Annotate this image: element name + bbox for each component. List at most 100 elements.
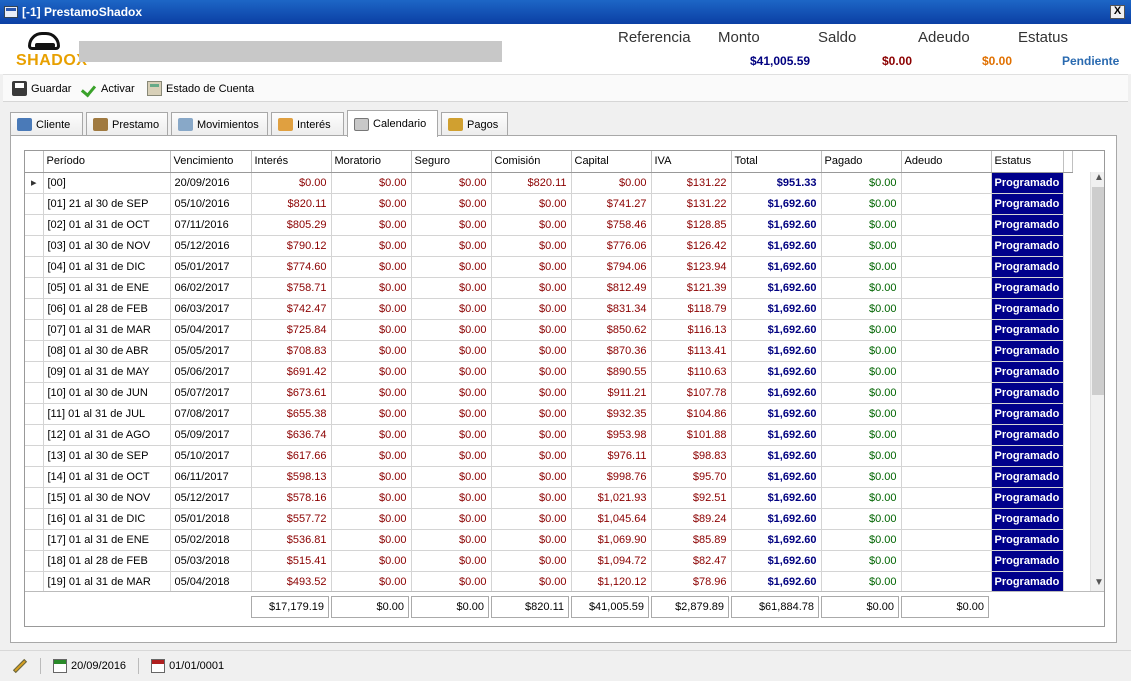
table-cell[interactable]: $1,692.60 <box>731 235 822 257</box>
table-cell[interactable]: $0.00 <box>491 193 572 215</box>
table-cell[interactable]: $89.24 <box>651 508 732 530</box>
table-cell[interactable]: $536.81 <box>251 529 332 551</box>
table-cell[interactable]: $121.39 <box>651 277 732 299</box>
table-cell[interactable]: $116.13 <box>651 319 732 341</box>
table-cell[interactable]: 05/10/2016 <box>170 193 252 215</box>
table-cell[interactable]: $493.52 <box>251 571 332 593</box>
table-cell[interactable]: $118.79 <box>651 298 732 320</box>
table-cell[interactable]: 06/03/2017 <box>170 298 252 320</box>
table-cell[interactable]: $0.00 <box>821 340 902 362</box>
row-selector[interactable] <box>25 571 44 593</box>
table-cell[interactable]: $1,094.72 <box>571 550 652 572</box>
table-cell[interactable] <box>901 277 992 299</box>
row-selector[interactable] <box>25 277 44 299</box>
table-cell[interactable]: $107.78 <box>651 382 732 404</box>
table-cell[interactable]: $0.00 <box>331 340 412 362</box>
edit-status[interactable] <box>12 658 28 674</box>
row-selector[interactable] <box>25 382 44 404</box>
table-cell[interactable] <box>901 361 992 383</box>
table-cell[interactable]: $0.00 <box>331 403 412 425</box>
table-cell[interactable]: $1,069.90 <box>571 529 652 551</box>
table-cell[interactable]: $0.00 <box>411 298 492 320</box>
status-cell[interactable]: Programado <box>991 529 1065 551</box>
table-cell[interactable]: $820.11 <box>251 193 332 215</box>
table-cell[interactable]: $1,692.60 <box>731 487 822 509</box>
table-cell[interactable]: $831.34 <box>571 298 652 320</box>
table-cell[interactable]: $742.47 <box>251 298 332 320</box>
tab-calendario[interactable]: Calendario <box>347 110 438 137</box>
table-cell[interactable]: $0.00 <box>331 445 412 467</box>
table-row[interactable]: [08] 01 al 30 de ABR 05/05/2017 $708.83 $0.… <box>25 340 1072 362</box>
table-cell[interactable]: 05/10/2017 <box>170 445 252 467</box>
table-cell[interactable]: $78.96 <box>651 571 732 593</box>
table-cell[interactable]: $0.00 <box>331 466 412 488</box>
row-selector[interactable] <box>25 319 44 341</box>
table-cell[interactable]: $0.00 <box>491 403 572 425</box>
status-cell[interactable]: Programado <box>991 214 1065 236</box>
table-cell[interactable]: [03] 01 al 30 de NOV <box>43 235 171 257</box>
table-cell[interactable]: 05/05/2017 <box>170 340 252 362</box>
column-header[interactable]: Seguro <box>411 151 492 173</box>
table-cell[interactable]: [06] 01 al 28 de FEB <box>43 298 171 320</box>
status-cell[interactable]: Programado <box>991 193 1065 215</box>
status-cell[interactable]: Programado <box>991 319 1065 341</box>
table-cell[interactable]: $0.00 <box>331 382 412 404</box>
table-cell[interactable]: $598.13 <box>251 466 332 488</box>
status-cell[interactable]: Programado <box>991 445 1065 467</box>
table-row[interactable]: [15] 01 al 30 de NOV 05/12/2017 $578.16 $0.… <box>25 487 1072 509</box>
row-selector[interactable] <box>25 193 44 215</box>
table-cell[interactable]: $0.00 <box>821 529 902 551</box>
table-row[interactable]: ▸ [00] 20/09/2016 $0.00 $0.00 $0.00 $820.11 $0.… <box>25 172 1072 194</box>
table-cell[interactable] <box>901 550 992 572</box>
table-cell[interactable]: $0.00 <box>821 193 902 215</box>
table-row[interactable]: [09] 01 al 31 de MAY 05/06/2017 $691.42 $0.… <box>25 361 1072 383</box>
status-cell[interactable]: Programado <box>991 382 1065 404</box>
column-header[interactable]: Comisión <box>491 151 572 173</box>
table-cell[interactable]: $0.00 <box>491 382 572 404</box>
table-row[interactable]: [02] 01 al 31 de OCT 07/11/2016 $805.29 $0.… <box>25 214 1072 236</box>
table-cell[interactable]: $0.00 <box>821 361 902 383</box>
table-cell[interactable] <box>901 466 992 488</box>
row-selector[interactable] <box>25 529 44 551</box>
table-cell[interactable]: $0.00 <box>411 256 492 278</box>
table-cell[interactable]: $0.00 <box>331 193 412 215</box>
row-selector[interactable] <box>25 466 44 488</box>
scroll-thumb[interactable] <box>1092 187 1104 395</box>
table-cell[interactable]: $932.35 <box>571 403 652 425</box>
table-cell[interactable]: $951.33 <box>731 172 822 194</box>
table-cell[interactable]: $1,692.60 <box>731 466 822 488</box>
table-cell[interactable]: $0.00 <box>821 466 902 488</box>
table-cell[interactable]: $0.00 <box>331 172 412 194</box>
table-row[interactable]: [06] 01 al 28 de FEB 06/03/2017 $742.47 $0.… <box>25 298 1072 320</box>
table-cell[interactable]: $805.29 <box>251 214 332 236</box>
table-cell[interactable] <box>901 172 992 194</box>
scroll-up-icon[interactable]: ▲ <box>1091 172 1104 186</box>
table-row[interactable]: [17] 01 al 31 de ENE 05/02/2018 $536.81 $0.… <box>25 529 1072 551</box>
table-cell[interactable]: $0.00 <box>821 214 902 236</box>
table-cell[interactable]: 06/02/2017 <box>170 277 252 299</box>
table-cell[interactable]: $617.66 <box>251 445 332 467</box>
table-cell[interactable]: $515.41 <box>251 550 332 572</box>
table-cell[interactable]: $850.62 <box>571 319 652 341</box>
row-selector[interactable] <box>25 298 44 320</box>
table-cell[interactable]: [00] <box>43 172 171 194</box>
guardar-button[interactable]: Guardar <box>12 81 71 96</box>
table-cell[interactable]: $95.70 <box>651 466 732 488</box>
column-header[interactable]: Total <box>731 151 822 173</box>
row-selector[interactable] <box>25 235 44 257</box>
row-selector[interactable] <box>25 445 44 467</box>
table-cell[interactable]: $636.74 <box>251 424 332 446</box>
status-cell[interactable]: Programado <box>991 298 1065 320</box>
table-cell[interactable]: $104.86 <box>651 403 732 425</box>
table-cell[interactable]: $0.00 <box>491 529 572 551</box>
table-cell[interactable]: [12] 01 al 31 de AGO <box>43 424 171 446</box>
table-cell[interactable] <box>901 256 992 278</box>
table-cell[interactable]: $758.46 <box>571 214 652 236</box>
table-cell[interactable]: $0.00 <box>821 550 902 572</box>
estado-cuenta-button[interactable]: Estado de Cuenta <box>147 81 254 96</box>
column-header[interactable]: Interés <box>251 151 332 173</box>
column-header[interactable]: Capital <box>571 151 652 173</box>
table-cell[interactable] <box>901 214 992 236</box>
table-cell[interactable]: $0.00 <box>411 487 492 509</box>
status-cell[interactable]: Programado <box>991 466 1065 488</box>
